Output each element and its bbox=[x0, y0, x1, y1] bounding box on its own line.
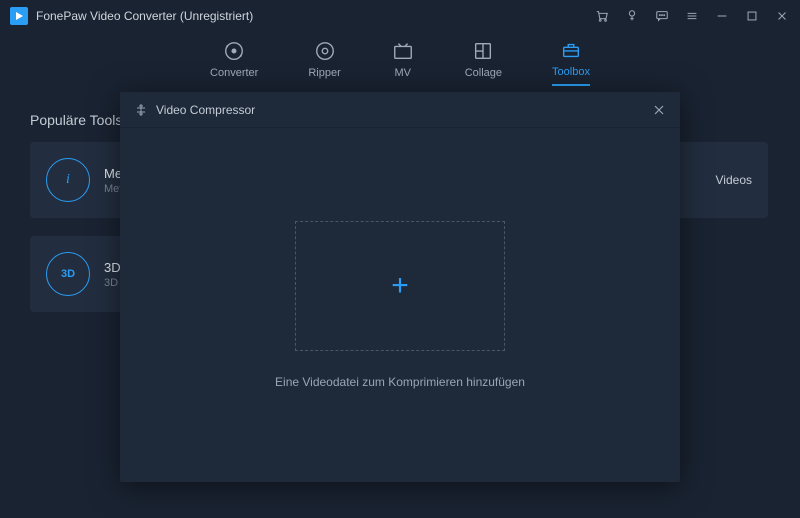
compressor-icon bbox=[134, 103, 148, 117]
nav-converter[interactable]: Converter bbox=[210, 39, 258, 85]
nav-label: Ripper bbox=[308, 67, 340, 79]
plus-icon: + bbox=[391, 269, 409, 303]
nav-label: Collage bbox=[465, 67, 502, 79]
ripper-icon bbox=[313, 39, 337, 63]
cart-icon[interactable] bbox=[594, 8, 610, 24]
titlebar: FonePaw Video Converter (Unregistriert) bbox=[0, 0, 800, 32]
app-title: FonePaw Video Converter (Unregistriert) bbox=[36, 9, 253, 23]
converter-icon bbox=[222, 39, 246, 63]
app-logo bbox=[10, 7, 28, 25]
dropzone-add-video[interactable]: + bbox=[295, 221, 505, 351]
modal-title: Video Compressor bbox=[156, 103, 652, 117]
nav-label: Toolbox bbox=[552, 66, 590, 78]
menu-icon[interactable] bbox=[684, 8, 700, 24]
modal-close-button[interactable] bbox=[652, 103, 666, 117]
nav-mv[interactable]: MV bbox=[391, 39, 415, 85]
key-icon[interactable] bbox=[624, 8, 640, 24]
dropzone-label: Eine Videodatei zum Komprimieren hinzufü… bbox=[275, 375, 525, 389]
modal-video-compressor: Video Compressor + Eine Videodatei zum K… bbox=[120, 92, 680, 482]
nav-ripper[interactable]: Ripper bbox=[308, 39, 340, 85]
close-button[interactable] bbox=[774, 8, 790, 24]
nav-collage[interactable]: Collage bbox=[465, 39, 502, 85]
minimize-button[interactable] bbox=[714, 8, 730, 24]
modal-header: Video Compressor bbox=[120, 92, 680, 128]
modal-backdrop: Video Compressor + Eine Videodatei zum K… bbox=[0, 92, 800, 518]
feedback-icon[interactable] bbox=[654, 8, 670, 24]
nav-label: Converter bbox=[210, 67, 258, 79]
maximize-button[interactable] bbox=[744, 8, 760, 24]
toolbox-icon bbox=[559, 38, 583, 62]
navbar: Converter Ripper MV Collage Toolbox bbox=[0, 32, 800, 92]
modal-body: + Eine Videodatei zum Komprimieren hinzu… bbox=[120, 128, 680, 482]
collage-icon bbox=[471, 39, 495, 63]
title-controls bbox=[594, 8, 790, 24]
nav-toolbox[interactable]: Toolbox bbox=[552, 38, 590, 86]
mv-icon bbox=[391, 39, 415, 63]
nav-label: MV bbox=[394, 67, 411, 79]
